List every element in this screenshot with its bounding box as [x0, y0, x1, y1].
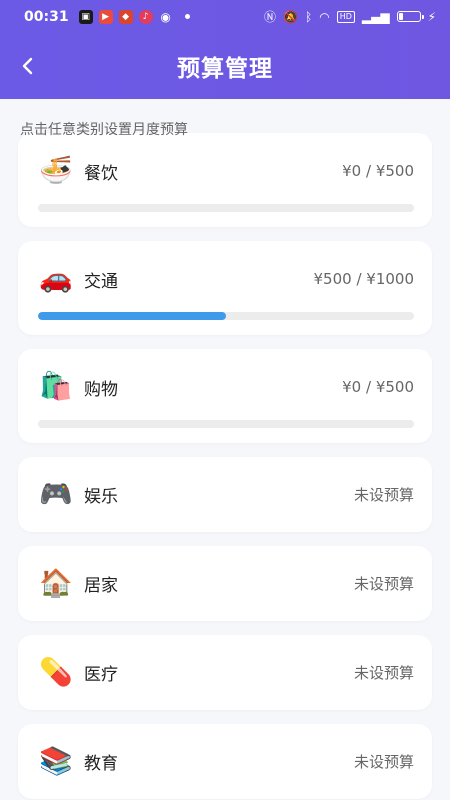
category-name: 医疗: [84, 665, 118, 685]
budget-status: 未设预算: [353, 753, 414, 771]
category-card-home[interactable]: 🏠 居家 未设预算: [18, 546, 432, 621]
app-header: 预算管理: [0, 33, 450, 99]
category-name: 居家: [84, 576, 118, 596]
category-card-shopping[interactable]: 🛍️ 购物 ¥0 / ¥500: [18, 349, 432, 443]
category-name: 娱乐: [84, 487, 118, 507]
app-notification-icon: ▣: [78, 9, 93, 24]
car-icon: 🚗: [39, 263, 73, 294]
mute-icon: 🔕: [283, 9, 298, 24]
pill-icon: 💊: [39, 656, 73, 688]
category-name: 购物: [84, 379, 118, 400]
game-controller-icon: 🎮: [39, 478, 73, 510]
battery-icon: [396, 11, 424, 22]
nfc-icon: Ⓝ: [264, 10, 277, 24]
category-card-food[interactable]: 🍜 餐饮 ¥0 / ¥500: [18, 133, 432, 227]
video-app-icon: ▶: [98, 9, 113, 24]
status-app-icons: ▣ ▶ ◆ ♪ ◉: [78, 9, 190, 24]
category-list: 🍜 餐饮 ¥0 / ¥500 🚗 交通 ¥500 / ¥1000 🛍️ 购物 ¥…: [0, 133, 450, 799]
category-name: 教育: [84, 754, 118, 774]
budget-progress-track: [38, 420, 414, 428]
budget-progress-fill: [38, 312, 226, 320]
charging-icon: ⚡: [427, 9, 436, 24]
signal-icon: ▂▄▆: [361, 9, 390, 24]
status-right: Ⓝ 🔕 ᛒ ◠ HD ▂▄▆ ⚡: [264, 8, 436, 25]
category-card-medical[interactable]: 💊 医疗 未设预算: [18, 635, 432, 710]
music-app-icon: ♪: [138, 9, 153, 24]
budget-amount: ¥0 / ¥500: [342, 378, 414, 396]
budget-status: 未设预算: [353, 575, 414, 593]
category-card-education[interactable]: 📚 教育 未设预算: [18, 724, 432, 799]
status-bar: 00:31 ▣ ▶ ◆ ♪ ◉ Ⓝ 🔕 ᛒ ◠ HD ▂▄▆ ⚡: [0, 0, 450, 33]
budget-progress-track: [38, 204, 414, 212]
wechat-icon: ◉: [160, 9, 171, 24]
status-time: 00:31: [24, 8, 69, 25]
house-icon: 🏠: [39, 567, 73, 599]
budget-status: 未设预算: [353, 664, 414, 682]
budget-progress-track: [38, 312, 414, 320]
wifi-icon: ◠: [319, 9, 330, 24]
noodles-icon: 🍜: [39, 155, 73, 186]
page-title: 预算管理: [177, 56, 273, 82]
bluetooth-icon: ᛒ: [305, 9, 313, 24]
more-notifications-icon: [184, 14, 190, 19]
books-icon: 📚: [39, 745, 73, 777]
budget-amount: ¥0 / ¥500: [342, 162, 414, 180]
category-name: 餐饮: [84, 163, 118, 184]
budget-amount: ¥500 / ¥1000: [313, 270, 414, 288]
back-button[interactable]: [14, 52, 42, 80]
category-name: 交通: [84, 271, 118, 292]
hint-text: 点击任意类别设置月度预算: [20, 122, 188, 138]
hd-badge: HD: [336, 10, 355, 23]
category-card-entertainment[interactable]: 🎮 娱乐 未设预算: [18, 457, 432, 532]
shopping-bags-icon: 🛍️: [39, 371, 73, 402]
category-card-transport[interactable]: 🚗 交通 ¥500 / ¥1000: [18, 241, 432, 335]
top-bar: 00:31 ▣ ▶ ◆ ♪ ◉ Ⓝ 🔕 ᛒ ◠ HD ▂▄▆ ⚡ 预算管理: [0, 0, 450, 99]
shop-app-icon: ◆: [118, 9, 133, 24]
chevron-left-icon: [22, 57, 33, 75]
budget-status: 未设预算: [353, 486, 414, 504]
